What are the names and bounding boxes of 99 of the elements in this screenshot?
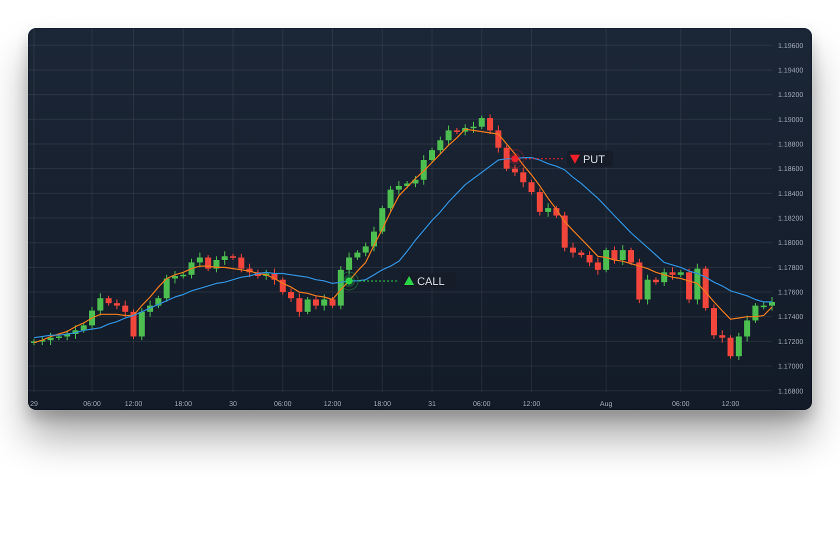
candle [346, 252, 352, 276]
candle [396, 180, 402, 196]
candle [429, 147, 436, 163]
candle [180, 272, 186, 279]
candle [528, 179, 535, 196]
candle [478, 115, 485, 130]
candle [164, 274, 170, 302]
candle [628, 247, 634, 266]
candle [205, 254, 212, 272]
candle [636, 258, 642, 304]
candle [504, 144, 510, 172]
candle [89, 306, 96, 330]
candle [719, 330, 726, 344]
candle [296, 292, 302, 318]
candle [686, 268, 692, 304]
candle [678, 269, 684, 278]
candle [330, 296, 336, 309]
candle [31, 338, 37, 346]
candle [437, 136, 444, 154]
candle [744, 315, 750, 342]
candle [470, 121, 476, 134]
candle [155, 295, 162, 309]
candle [562, 211, 568, 252]
candle [122, 300, 128, 318]
candle [702, 266, 709, 312]
candle [106, 295, 112, 306]
candle [620, 244, 626, 266]
candle [412, 176, 418, 188]
candle [338, 266, 344, 310]
candle [238, 253, 244, 273]
candle [661, 268, 668, 286]
candle [512, 164, 518, 177]
candle [487, 114, 494, 135]
candle [388, 185, 394, 212]
candle [362, 242, 369, 257]
candle [760, 301, 767, 310]
candle [64, 330, 70, 341]
candle [254, 269, 261, 279]
signal-label-background [566, 150, 613, 167]
candle [379, 205, 386, 235]
leader-line [524, 158, 564, 160]
candle [545, 202, 552, 218]
candle [670, 266, 676, 280]
candle [728, 334, 734, 360]
candle [188, 258, 195, 279]
candle [56, 334, 62, 341]
candle [578, 250, 584, 258]
candle [246, 263, 253, 278]
candle [586, 250, 593, 267]
candle [48, 332, 54, 346]
candle [710, 304, 717, 340]
candle [520, 166, 526, 188]
candle [147, 300, 154, 318]
candle [138, 308, 145, 341]
candle [370, 226, 377, 252]
candle [230, 253, 236, 260]
candle [495, 124, 502, 154]
candle [72, 324, 78, 340]
signal-label: CALL [417, 276, 445, 288]
candle [594, 257, 601, 276]
candle [196, 252, 203, 268]
candle [536, 188, 543, 216]
candle [611, 246, 618, 264]
leader-line [358, 280, 399, 282]
candle [271, 268, 278, 286]
candle [304, 296, 311, 315]
candle [263, 269, 270, 280]
candle [130, 308, 136, 340]
candle [172, 270, 178, 284]
candle [752, 302, 758, 324]
candle [694, 263, 700, 305]
candle [454, 127, 460, 135]
signal-marker [340, 271, 359, 290]
triangle-down-icon [570, 154, 580, 164]
candle [222, 250, 228, 266]
candle [288, 288, 294, 302]
candle [312, 295, 319, 310]
candle [39, 336, 46, 346]
candle [736, 332, 742, 360]
candle [97, 292, 104, 316]
candle [404, 180, 410, 189]
candle [769, 296, 775, 312]
candle [321, 294, 328, 312]
candle [213, 256, 220, 273]
triangle-up-icon [404, 276, 414, 285]
signal-marker [505, 149, 524, 168]
candle [603, 247, 610, 273]
signal-label: PUT [582, 154, 605, 166]
candle [114, 298, 120, 310]
candle [462, 124, 468, 136]
candle [80, 322, 87, 334]
candle [354, 250, 360, 260]
candle [652, 276, 659, 286]
candle [420, 154, 427, 186]
candle [280, 276, 286, 296]
candle [570, 242, 576, 258]
candle [446, 124, 452, 146]
candle [644, 274, 651, 305]
candle [553, 205, 560, 219]
